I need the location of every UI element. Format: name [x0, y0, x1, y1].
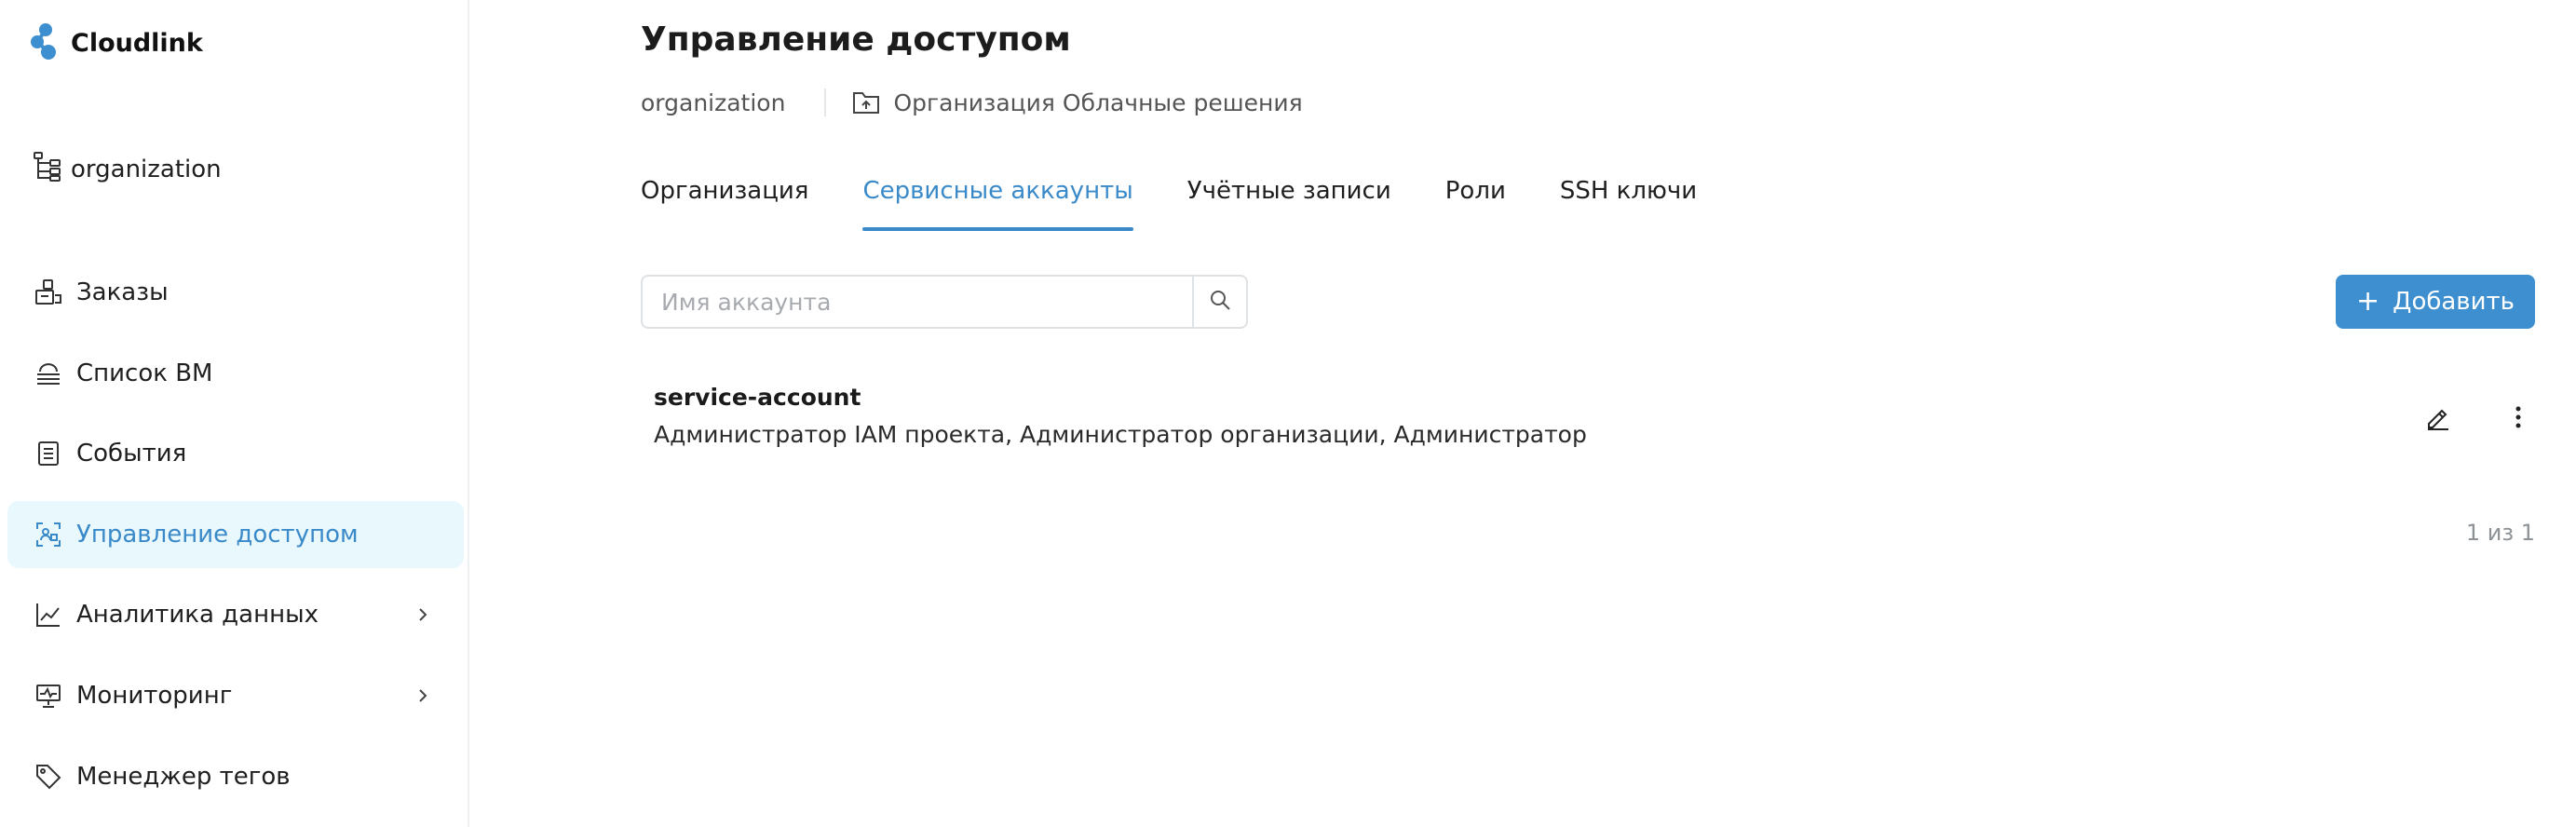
- search-icon: [1209, 289, 1231, 315]
- sidebar-item-vm-list[interactable]: Список ВМ: [7, 340, 464, 407]
- tag-icon: [34, 762, 63, 792]
- events-list-icon: [34, 439, 63, 468]
- plus-icon: +: [2355, 285, 2380, 318]
- monitoring-icon: [34, 681, 63, 711]
- breadcrumb-divider: [824, 88, 827, 116]
- cloudlink-logo-icon: [30, 21, 61, 64]
- search-button[interactable]: [1192, 277, 1246, 327]
- sidebar-item-tag-manager[interactable]: Менеджер тегов: [7, 743, 464, 810]
- account-name: service-account: [654, 384, 861, 411]
- breadcrumb: organization Организация Облачные решени…: [641, 84, 1303, 121]
- tab-roles[interactable]: Роли: [1445, 173, 1506, 231]
- org-tree-icon: [34, 151, 61, 188]
- row-actions: [2421, 400, 2535, 434]
- sidebar-item-monitoring[interactable]: Мониторинг: [7, 662, 464, 729]
- add-button-label: Добавить: [2393, 288, 2515, 316]
- chevron-right-icon[interactable]: [410, 602, 436, 628]
- breadcrumb-org[interactable]: organization: [641, 89, 785, 116]
- sidebar-item-orders[interactable]: Заказы: [7, 259, 464, 326]
- sidebar-item-access-control[interactable]: Управление доступом: [7, 500, 464, 568]
- table-row[interactable]: service-account Администратор IAM проект…: [654, 384, 2535, 458]
- organization-label: organization: [71, 156, 222, 183]
- search-box: [641, 275, 1248, 329]
- orders-icon: [34, 278, 63, 307]
- tab-organization[interactable]: Организация: [641, 173, 808, 231]
- folder-icon: [852, 89, 880, 115]
- organization-selector[interactable]: organization: [34, 151, 222, 188]
- account-roles: Администратор IAM проекта, Администратор…: [654, 421, 1587, 448]
- tab-bar: Организация Сервисные аккаунты Учётные з…: [641, 173, 1751, 235]
- page-title: Управление доступом: [641, 20, 1071, 59]
- search-input[interactable]: [643, 277, 1192, 327]
- sidebar-item-analytics[interactable]: Аналитика данных: [7, 581, 464, 648]
- breadcrumb-folder[interactable]: Организация Облачные решения: [893, 89, 1302, 116]
- edit-pencil-icon[interactable]: [2421, 400, 2455, 434]
- access-control-icon: [34, 520, 63, 549]
- analytics-chart-icon: [34, 600, 63, 630]
- sidebar-item-events[interactable]: События: [7, 420, 464, 487]
- cloud-stack-icon: [34, 359, 63, 388]
- tab-user-accounts[interactable]: Учётные записи: [1187, 173, 1391, 231]
- chevron-right-icon[interactable]: [410, 683, 436, 709]
- more-vertical-icon[interactable]: [2501, 400, 2535, 434]
- pagination-info: 1 из 1: [2465, 520, 2535, 546]
- sidebar-nav: Заказы Список ВМ События Управление дост…: [7, 259, 464, 823]
- app-logo[interactable]: Cloudlink: [30, 20, 203, 65]
- app-name: Cloudlink: [71, 28, 203, 58]
- tab-ssh-keys[interactable]: SSH ключи: [1560, 173, 1697, 231]
- sidebar: Cloudlink organization Заказы Список ВМ …: [0, 0, 469, 827]
- tab-service-accounts[interactable]: Сервисные аккаунты: [862, 173, 1134, 231]
- add-button[interactable]: + Добавить: [2336, 275, 2535, 329]
